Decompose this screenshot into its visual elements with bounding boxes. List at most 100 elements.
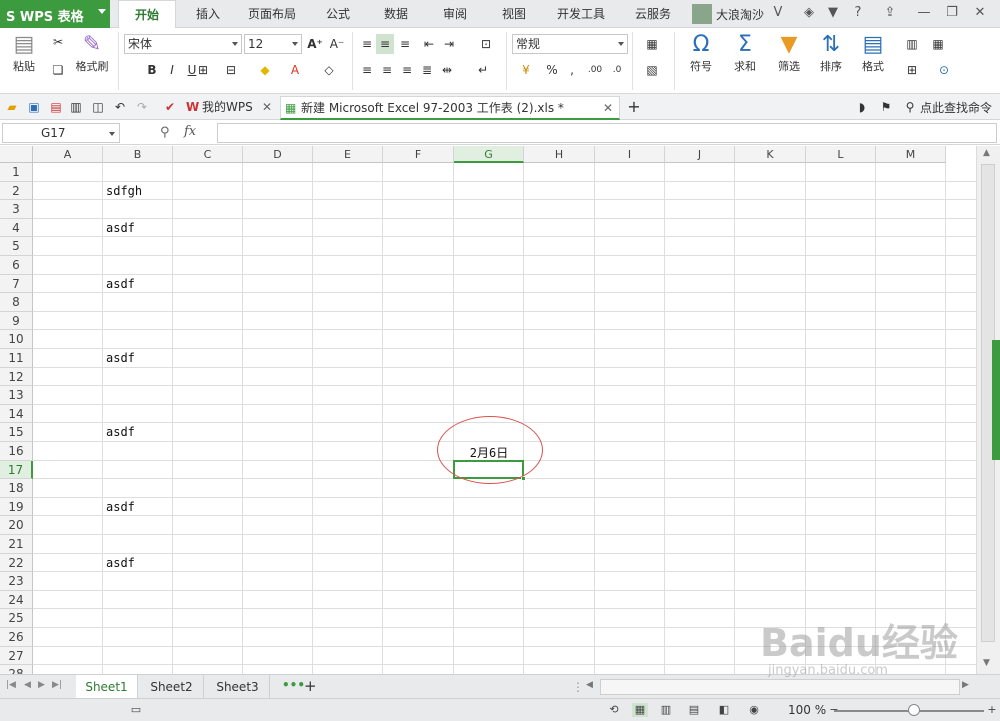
first-sheet-icon[interactable]: |◀ <box>6 680 16 690</box>
column-header[interactable]: L <box>806 146 876 163</box>
wrap-text-icon[interactable]: ↵ <box>472 60 494 80</box>
scroll-left-icon[interactable]: ◀ <box>586 680 593 690</box>
zoom-level[interactable]: 100 % <box>788 703 826 717</box>
row-header[interactable]: 10 <box>0 330 33 349</box>
menu-tab[interactable]: 开始 <box>118 0 176 29</box>
row-header[interactable]: 6 <box>0 256 33 275</box>
column-header[interactable]: G <box>454 146 524 163</box>
history-icon[interactable]: ⟲ <box>606 703 622 717</box>
row-header[interactable]: 8 <box>0 293 33 312</box>
decrease-font-icon[interactable]: A⁻ <box>328 34 346 54</box>
justify-icon[interactable]: ≣ <box>418 60 436 80</box>
align-middle-icon[interactable]: ≡ <box>376 34 394 54</box>
menu-tab[interactable]: 插入 <box>186 0 230 28</box>
shirt-icon[interactable]: ▼ <box>825 5 841 21</box>
customize-icon[interactable]: ✔ <box>162 99 178 115</box>
cell-value[interactable]: asdf <box>106 556 135 575</box>
tab-my-wps[interactable]: W 我的WPS ✕ <box>182 96 278 120</box>
menu-tab[interactable]: 数据 <box>372 0 420 28</box>
paste-button[interactable]: ▤ 粘贴 <box>6 32 42 74</box>
scroll-right-icon[interactable]: ▶ <box>962 680 969 690</box>
tab-document[interactable]: ▦ 新建 Microsoft Excel 97-2003 工作表 (2).xls… <box>280 96 620 120</box>
skin-icon[interactable]: ◈ <box>801 5 817 21</box>
formula-input[interactable] <box>217 123 997 143</box>
column-header[interactable]: I <box>595 146 665 163</box>
pdf-icon[interactable]: ▤ <box>48 99 64 115</box>
restore-icon[interactable]: ❐ <box>944 5 960 21</box>
add-sheet-icon[interactable]: + <box>304 677 317 695</box>
column-header[interactable]: J <box>665 146 735 163</box>
row-header[interactable]: 23 <box>0 572 33 591</box>
cell-value[interactable]: asdf <box>106 221 135 240</box>
row-header[interactable]: 16 <box>0 442 33 461</box>
redo-icon[interactable]: ↷ <box>134 99 150 115</box>
row-header[interactable]: 22 <box>0 553 33 573</box>
minimize-icon[interactable]: — <box>916 5 932 21</box>
row-header[interactable]: 21 <box>0 535 33 554</box>
row-header[interactable]: 19 <box>0 497 33 517</box>
scroll-up-icon[interactable]: ▲ <box>983 148 990 158</box>
side-panel-handle[interactable] <box>992 340 1000 460</box>
italic-button[interactable]: I <box>164 60 180 80</box>
fx-icon[interactable]: fx <box>184 124 196 139</box>
undo-icon[interactable]: ↶ <box>112 99 128 115</box>
tab-list-icon[interactable]: ◗ <box>854 99 870 115</box>
row-header[interactable]: 28 <box>0 665 33 674</box>
row-header[interactable]: 5 <box>0 237 33 256</box>
border-icon[interactable]: ⊞ <box>192 60 214 80</box>
open-folder-icon[interactable]: ▰ <box>4 99 20 115</box>
sort-button[interactable]: ⇅ 排序 <box>810 32 852 74</box>
print-icon[interactable]: ▥ <box>68 99 84 115</box>
prev-sheet-icon[interactable]: ◀ <box>24 680 31 690</box>
menu-tab[interactable]: 云服务 <box>626 0 680 28</box>
tab-action-icon[interactable]: ⚑ <box>878 99 894 115</box>
cell-value[interactable]: asdf <box>106 351 135 370</box>
find-icon[interactable]: ⊙ <box>930 60 958 80</box>
sheet-tab[interactable]: Sheet3 <box>206 675 270 699</box>
row-header[interactable]: 24 <box>0 590 33 610</box>
row-header[interactable]: 20 <box>0 516 33 535</box>
spreadsheet-grid[interactable]: A B C D E F G H I J K L M 1 2 3 4 5 6 7 8 9 10 11 12 13 14 15 16 17 18… <box>0 146 976 674</box>
row-header[interactable]: 26 <box>0 628 33 647</box>
symbol-button[interactable]: Ω 符号 <box>680 32 722 74</box>
close-icon[interactable]: ✕ <box>972 5 988 21</box>
bold-button[interactable]: B <box>144 60 160 80</box>
row-header[interactable]: 13 <box>0 386 33 405</box>
row-header[interactable]: 2 <box>0 181 33 201</box>
menu-tab[interactable]: 公式 <box>316 0 360 28</box>
macro-icon[interactable]: ▭ <box>128 703 144 717</box>
menu-tab[interactable]: 视图 <box>490 0 538 28</box>
menu-tab[interactable]: 审阅 <box>432 0 478 28</box>
normal-view-icon[interactable]: ▦ <box>632 703 648 717</box>
column-header[interactable]: F <box>383 146 454 163</box>
cut-icon[interactable]: ✂ <box>48 32 68 52</box>
zoom-in-icon[interactable]: + <box>984 703 1000 717</box>
column-header[interactable]: H <box>524 146 595 163</box>
align-top-icon[interactable]: ≡ <box>358 34 376 54</box>
column-header[interactable]: D <box>243 146 313 163</box>
cell-value[interactable]: asdf <box>106 425 135 444</box>
sheet-tab[interactable]: Sheet2 <box>140 675 204 699</box>
merge-center-icon[interactable]: ⊡ <box>472 34 500 54</box>
column-header[interactable]: A <box>33 146 103 163</box>
align-left-icon[interactable]: ≡ <box>358 60 376 80</box>
indent-decrease-icon[interactable]: ⇤ <box>420 34 438 54</box>
scroll-down-icon[interactable]: ▼ <box>983 658 990 668</box>
page-break-view-icon[interactable]: ▥ <box>658 703 674 717</box>
splitter-icon[interactable]: ⋮ <box>572 680 584 694</box>
row-header[interactable]: 9 <box>0 311 33 331</box>
menu-tab[interactable]: 开发工具 <box>548 0 614 28</box>
format-button[interactable]: ▤ 格式 <box>852 32 894 74</box>
app-menu-button[interactable]: S WPS 表格 <box>0 0 110 28</box>
row-header[interactable]: 12 <box>0 367 33 387</box>
number-format-select[interactable]: 常规 <box>512 34 628 54</box>
percent-button[interactable]: % <box>544 60 560 80</box>
increase-decimal-icon[interactable]: .00 <box>586 60 604 80</box>
cell-value[interactable]: asdf <box>106 500 135 519</box>
font-size-select[interactable]: 12 <box>244 34 302 54</box>
preview-icon[interactable]: ◫ <box>90 99 106 115</box>
vip-icon[interactable]: V <box>770 5 786 21</box>
filter-button[interactable]: ▼ 筛选 <box>768 32 810 74</box>
column-header[interactable]: B <box>103 146 173 163</box>
rows-cols-icon[interactable]: ▥ <box>898 34 926 54</box>
